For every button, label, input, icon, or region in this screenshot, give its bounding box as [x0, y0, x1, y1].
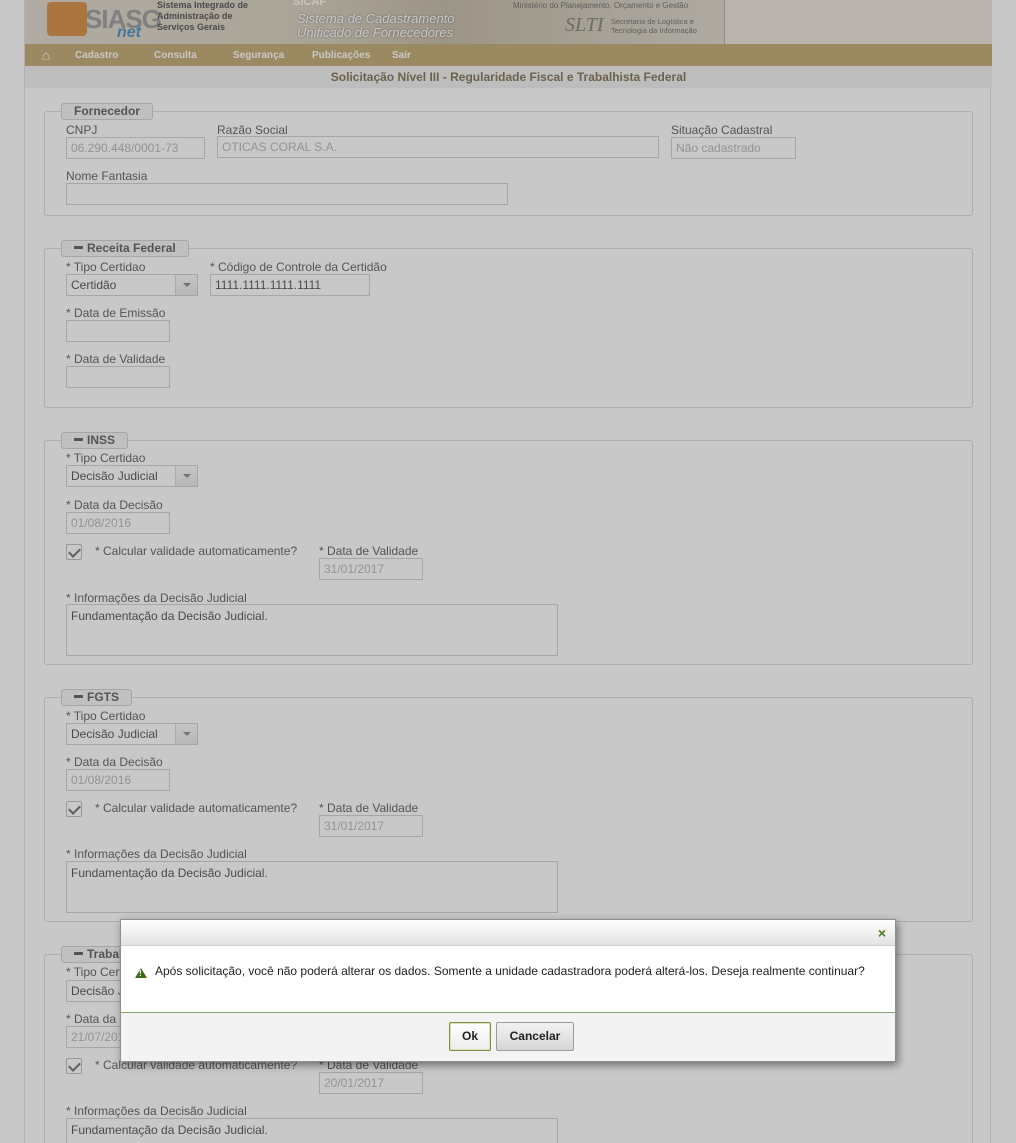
dialog-body: Após solicitação, você não poderá altera…: [121, 946, 895, 1012]
dialog-message: Após solicitação, você não poderá altera…: [155, 964, 865, 978]
close-icon[interactable]: ×: [876, 926, 888, 940]
dialog-titlebar: ×: [121, 920, 895, 946]
confirm-dialog: × Após solicitação, você não poderá alte…: [120, 919, 896, 1062]
cancel-button[interactable]: Cancelar: [496, 1022, 574, 1051]
warning-icon: [135, 968, 147, 978]
ok-button[interactable]: Ok: [449, 1022, 491, 1051]
dialog-footer: Ok Cancelar: [121, 1012, 895, 1061]
